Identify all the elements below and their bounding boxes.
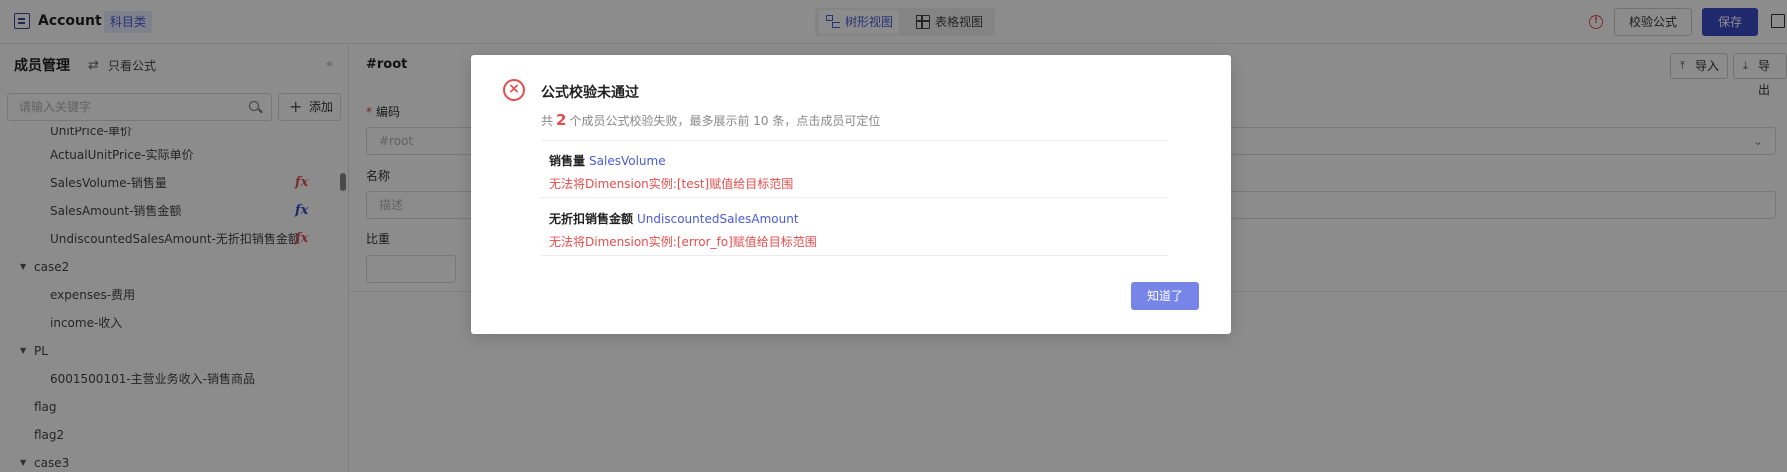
error-icon: × [503,79,525,101]
error-item[interactable]: 销售量 SalesVolume 无法将Dimension实例:[test]赋值给目… [549,152,1149,192]
error-count: 2 [556,111,567,129]
divider [541,255,1168,256]
error-item[interactable]: 无折扣销售金额 UndiscountedSalesAmount 无法将Dimens… [549,210,1149,250]
validation-error-dialog: × 公式校验未通过 共 2 个成员公式校验失败，最多展示前 10 条，点击成员可定位… [471,55,1231,334]
dialog-subtitle: 共 2 个成员公式校验失败，最多展示前 10 条，点击成员可定位 [541,111,881,129]
divider [541,197,1168,198]
acknowledge-button[interactable]: 知道了 [1131,282,1199,310]
dialog-title: 公式校验未通过 [541,85,639,101]
divider [541,140,1168,141]
